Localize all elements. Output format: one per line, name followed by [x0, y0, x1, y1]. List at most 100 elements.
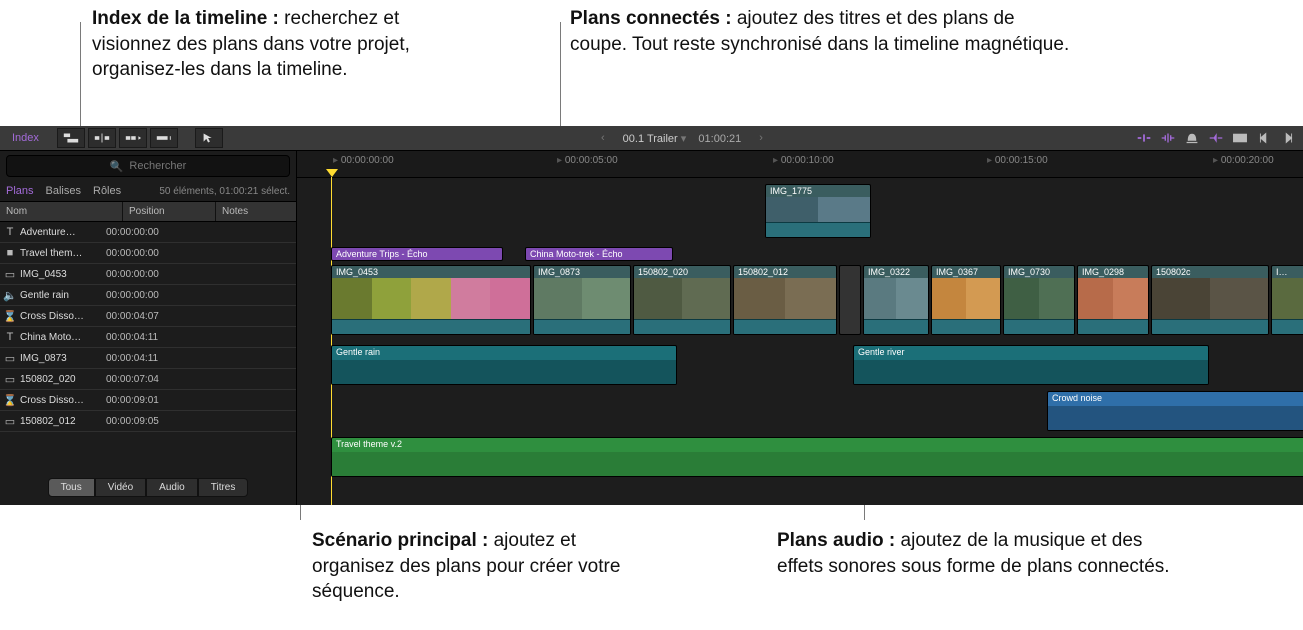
clip-name: China Moto…: [20, 332, 106, 343]
index-row[interactable]: ▭150802_01200:00:09:05: [0, 411, 296, 432]
index-button[interactable]: Index: [12, 132, 39, 144]
timeline-clip[interactable]: [839, 265, 861, 335]
solo-icon[interactable]: [1183, 131, 1201, 145]
timeline-history-back-icon[interactable]: ‹: [601, 132, 605, 144]
ruler-tick: ▸ 00:00:20:00: [1213, 155, 1274, 166]
column-position-header[interactable]: Position: [123, 202, 216, 221]
timeline-clip[interactable]: China Moto-trek - Écho: [525, 247, 673, 261]
time-ruler[interactable]: ▸ 00:00:00:00▸ 00:00:05:00▸ 00:00:10:00▸…: [297, 151, 1303, 178]
tab-plans[interactable]: Plans: [6, 185, 34, 197]
callout-connected-clips: Plans connectés : ajoutez des titres et …: [570, 6, 1070, 57]
clip-label: China Moto-trek - Écho: [526, 248, 672, 260]
clip-name: IMG_0453: [20, 269, 106, 280]
clip-position: 00:00:00:00: [106, 248, 192, 259]
timeline-clip[interactable]: 150802_020: [633, 265, 731, 335]
timeline-clip[interactable]: IMG_1775: [765, 184, 871, 238]
insert-clip-icon[interactable]: [88, 128, 116, 148]
clip-type-icon: ▭: [0, 373, 20, 386]
index-row[interactable]: 🔈Gentle rain00:00:00:00: [0, 285, 296, 306]
segment-video[interactable]: Vidéo: [95, 478, 146, 497]
segment-audio[interactable]: Audio: [146, 478, 198, 497]
index-row[interactable]: ⌛Cross Disso…00:00:09:01: [0, 390, 296, 411]
clip-appearance-icon[interactable]: [1231, 131, 1249, 145]
project-duration: 01:00:21: [698, 133, 741, 145]
ruler-tick: ▸ 00:00:05:00: [557, 155, 618, 166]
clip-name: Gentle rain: [20, 290, 106, 301]
timeline-clip[interactable]: IMG_0298: [1077, 265, 1149, 335]
index-row[interactable]: ▭150802_02000:00:07:04: [0, 369, 296, 390]
clip-position: 00:00:00:00: [106, 290, 192, 301]
timeline-clip[interactable]: I…: [1271, 265, 1303, 335]
clip-label: 150802c: [1152, 266, 1268, 278]
clip-label: IMG_0873: [534, 266, 630, 278]
clip-position: 00:00:09:05: [106, 416, 192, 427]
clip-label: 150802_020: [634, 266, 730, 278]
clip-label: IMG_0453: [332, 266, 530, 278]
tab-balises[interactable]: Balises: [46, 185, 81, 197]
clip-type-icon: ▭: [0, 415, 20, 428]
segment-titres[interactable]: Titres: [198, 478, 249, 497]
tab-roles[interactable]: Rôles: [93, 185, 121, 197]
timeline-history-forward-icon[interactable]: ›: [759, 132, 763, 144]
clip-type-icon: T: [0, 226, 20, 238]
timeline-toolbar: Index ‹ 00.1 Trailer ▾ 01:00:21 ›: [0, 126, 1303, 151]
skimming-icon[interactable]: [1135, 131, 1153, 145]
trim-end-icon[interactable]: [1279, 131, 1297, 145]
connect-clip-icon[interactable]: [57, 128, 85, 148]
callout-audio-clips: Plans audio : ajoutez de la musique et d…: [777, 528, 1187, 579]
clip-label: IMG_0730: [1004, 266, 1074, 278]
index-selection-info: 50 éléments, 01:00:21 sélect.: [159, 186, 290, 197]
clip-name: 150802_012: [20, 416, 106, 427]
select-tool-icon[interactable]: [195, 128, 223, 148]
ruler-tick: ▸ 00:00:15:00: [987, 155, 1048, 166]
timeline-clip[interactable]: IMG_0367: [931, 265, 1001, 335]
clip-position: 00:00:04:11: [106, 353, 192, 364]
clip-label: Adventure Trips - Écho: [332, 248, 502, 260]
filter-segment: Tous Vidéo Audio Titres: [0, 472, 296, 505]
search-input[interactable]: 🔍Rechercher: [6, 155, 290, 177]
timeline-clip[interactable]: IMG_0730: [1003, 265, 1075, 335]
index-row[interactable]: ⌛Cross Disso…00:00:04:07: [0, 306, 296, 327]
timeline-clip[interactable]: Travel theme v.2: [331, 437, 1303, 477]
overwrite-clip-icon[interactable]: [150, 128, 178, 148]
clip-name: Adventure…: [20, 227, 106, 238]
index-row[interactable]: TChina Moto…00:00:04:11: [0, 327, 296, 348]
timeline-clip[interactable]: Gentle river: [853, 345, 1209, 385]
clip-name: Cross Disso…: [20, 311, 106, 322]
clip-label: 150802_012: [734, 266, 836, 278]
timeline-clip[interactable]: 150802c: [1151, 265, 1269, 335]
audio-skimming-icon[interactable]: [1159, 131, 1177, 145]
index-row[interactable]: ▭IMG_045300:00:00:00: [0, 264, 296, 285]
clip-type-icon: 🔈: [0, 289, 20, 302]
clip-label: IMG_0322: [864, 266, 928, 278]
snapping-icon[interactable]: [1207, 131, 1225, 145]
column-notes-header[interactable]: Notes: [216, 202, 296, 221]
clip-label: IMG_1775: [766, 185, 870, 197]
append-clip-icon[interactable]: [119, 128, 147, 148]
clip-label: Gentle river: [854, 346, 1208, 358]
index-row[interactable]: TAdventure…00:00:00:00: [0, 222, 296, 243]
project-name[interactable]: 00.1 Trailer: [623, 133, 678, 145]
clip-label: Travel theme v.2: [332, 438, 1303, 450]
clip-type-icon: ▭: [0, 352, 20, 365]
timeline-clip[interactable]: Crowd noise: [1047, 391, 1303, 431]
clip-name: IMG_0873: [20, 353, 106, 364]
final-cut-pro-window: Index ‹ 00.1 Trailer ▾ 01:00:21 ›: [0, 126, 1303, 504]
clip-type-icon: ■: [0, 247, 20, 259]
timeline-area[interactable]: ▸ 00:00:00:00▸ 00:00:05:00▸ 00:00:10:00▸…: [297, 151, 1303, 505]
timeline-clip[interactable]: Gentle rain: [331, 345, 677, 385]
index-row[interactable]: ▭IMG_087300:00:04:11: [0, 348, 296, 369]
index-row[interactable]: ■Travel them…00:00:00:00: [0, 243, 296, 264]
callout-pointer: [80, 22, 81, 128]
clip-position: 00:00:07:04: [106, 374, 192, 385]
column-name-header[interactable]: Nom: [0, 202, 123, 221]
timeline-clip[interactable]: IMG_0322: [863, 265, 929, 335]
trim-start-icon[interactable]: [1255, 131, 1273, 145]
clip-name: Travel them…: [20, 248, 106, 259]
timeline-clip[interactable]: 150802_012: [733, 265, 837, 335]
timeline-clip[interactable]: IMG_0873: [533, 265, 631, 335]
timeline-clip[interactable]: Adventure Trips - Écho: [331, 247, 503, 261]
segment-tous[interactable]: Tous: [48, 478, 95, 497]
timeline-clip[interactable]: IMG_0453: [331, 265, 531, 335]
clip-position: 00:00:09:01: [106, 395, 192, 406]
